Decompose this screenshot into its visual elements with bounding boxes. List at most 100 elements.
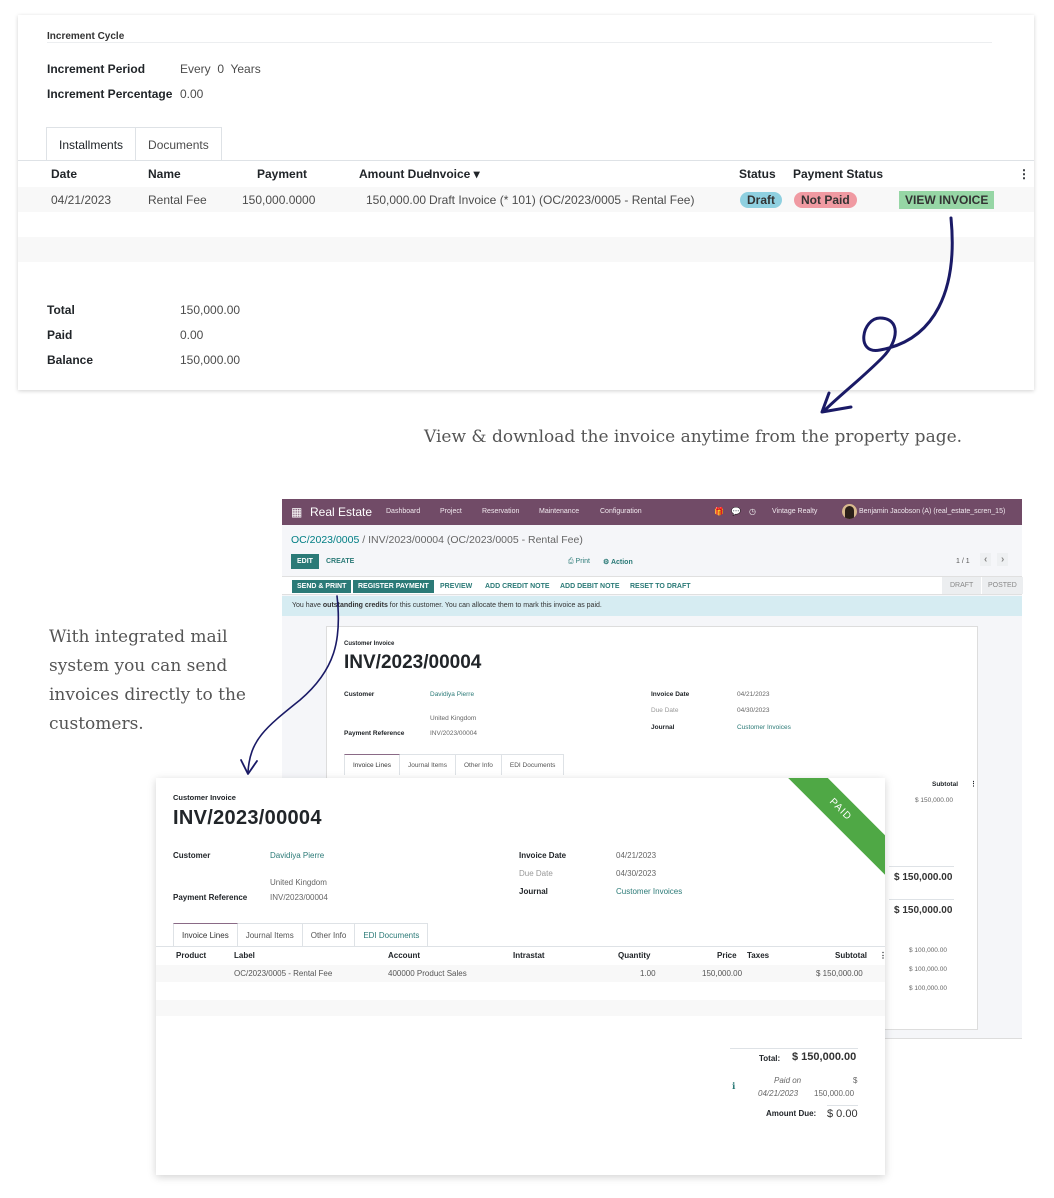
total-value: $ 150,000.00 (792, 1051, 857, 1063)
status-badge: Draft (740, 192, 783, 208)
summary-label: Balance (47, 353, 94, 367)
field-label: Increment Period (47, 62, 146, 76)
user-menu[interactable]: Benjamin Jacobson (A) (real_estate_scren… (859, 508, 1005, 515)
column-header-name[interactable]: Name (148, 167, 181, 181)
summary-value: 150,000.00 (180, 303, 241, 317)
customer-link[interactable]: Davidiya Pierre (430, 691, 474, 698)
tab-installments[interactable]: Installments (46, 127, 137, 161)
payment-info-icon[interactable]: ℹ (732, 1081, 735, 1092)
pager-prev-icon[interactable]: ‹ (980, 553, 992, 566)
payment-line: $ 100,000.00 (909, 985, 947, 992)
create-button[interactable]: CREATE (326, 558, 354, 565)
column-header-payment-status[interactable]: Payment Status (793, 167, 883, 181)
column-header-subtotal[interactable]: Subtotal (932, 781, 958, 788)
column-header-amount-due[interactable]: Amount Due (359, 167, 430, 181)
invoice-tabs-back: Invoice Lines Journal Items Other Info E… (344, 754, 565, 775)
clock-icon[interactable]: ◷ (749, 507, 756, 516)
tab-edi-documents[interactable]: EDI Documents (355, 923, 429, 946)
view-invoice-button[interactable]: VIEW INVOICE (899, 191, 995, 209)
breadcrumb-current: / INV/2023/00004 (OC/2023/0005 - Rental … (359, 534, 583, 546)
journal-link[interactable]: Customer Invoices (737, 724, 791, 731)
status-bar: SEND & PRINT REGISTER PAYMENT PREVIEW AD… (282, 576, 1023, 595)
action-button[interactable]: ⚙ Action (603, 558, 633, 566)
customer-link[interactable]: Davidiya Pierre (270, 851, 324, 860)
payment-status-badge: Not Paid (794, 192, 857, 208)
tab-invoice-lines[interactable]: Invoice Lines (344, 754, 400, 775)
divider (889, 899, 954, 900)
paid-on-label: Paid on (774, 1076, 802, 1085)
tab-edi-documents[interactable]: EDI Documents (501, 754, 565, 775)
column-header-label[interactable]: Label (234, 951, 255, 960)
column-options-icon[interactable]: ⋮ (970, 780, 977, 788)
user-avatar[interactable] (842, 504, 857, 519)
column-header-product[interactable]: Product (176, 951, 206, 960)
invoice-tabs: Invoice Lines Journal Items Other Info E… (173, 923, 429, 946)
tab-other-info[interactable]: Other Info (302, 923, 356, 946)
tab-invoice-lines[interactable]: Invoice Lines (173, 923, 238, 946)
column-options-icon[interactable]: ⋮ (879, 951, 885, 960)
column-header-price[interactable]: Price (717, 951, 737, 960)
paid-on-date: 04/21/2023 (758, 1089, 799, 1098)
tabs: Installments Documents (46, 127, 222, 161)
summary-total: Total 150,000.00 (47, 303, 240, 317)
column-header-quantity[interactable]: Quantity (618, 951, 650, 960)
increment-cycle-heading: Increment Cycle (47, 31, 125, 42)
company-switcher[interactable]: Vintage Realty (772, 508, 817, 515)
chat-icon[interactable]: 💬 (731, 507, 741, 516)
customer-country: United Kingdom (270, 878, 327, 887)
payment-ref-value: INV/2023/00004 (270, 893, 328, 902)
column-header-taxes[interactable]: Taxes (747, 951, 769, 960)
column-header-date[interactable]: Date (51, 167, 77, 181)
preview-button[interactable]: PREVIEW (440, 583, 472, 590)
stage-posted[interactable]: POSTED (982, 577, 1023, 594)
column-header-invoice[interactable]: Invoice ▾ (429, 167, 480, 181)
menu-project[interactable]: Project (440, 508, 462, 515)
summary-value: 150,000.00 (180, 353, 241, 367)
due-date-value: 04/30/2023 (616, 869, 657, 878)
send-print-button[interactable]: SEND & PRINT (292, 580, 352, 593)
row-name: Rental Fee (148, 193, 207, 207)
tab-other-info[interactable]: Other Info (455, 754, 502, 775)
column-options-icon[interactable]: ⋮ (1018, 167, 1030, 181)
tab-documents[interactable]: Documents (136, 127, 222, 161)
column-header-intrastat[interactable]: Intrastat (513, 951, 545, 960)
menu-maintenance[interactable]: Maintenance (539, 508, 579, 515)
register-payment-button[interactable]: REGISTER PAYMENT (353, 580, 434, 593)
app-name[interactable]: Real Estate (310, 505, 372, 519)
add-debit-note-button[interactable]: ADD DEBIT NOTE (560, 583, 620, 590)
add-credit-note-button[interactable]: ADD CREDIT NOTE (485, 583, 550, 590)
edit-button[interactable]: EDIT (291, 554, 319, 569)
reset-to-draft-button[interactable]: RESET TO DRAFT (630, 583, 691, 590)
invoice-number: INV/2023/00004 (173, 807, 322, 829)
apps-menu-icon[interactable]: ▦ (291, 505, 302, 519)
column-header-account[interactable]: Account (388, 951, 420, 960)
column-header-subtotal[interactable]: Subtotal (835, 951, 867, 960)
invoice-line-row[interactable]: OC/2023/0005 - Rental Fee 400000 Product… (156, 965, 885, 982)
print-button[interactable]: ⎙ Print (568, 558, 590, 566)
customer-label: Customer (173, 851, 211, 860)
alert-link[interactable]: outstanding credits (323, 602, 388, 609)
table-row[interactable]: 04/21/2023 Rental Fee 150,000.0000 150,0… (18, 187, 1034, 212)
breadcrumb-parent[interactable]: OC/2023/0005 (291, 534, 359, 546)
tab-journal-items[interactable]: Journal Items (399, 754, 456, 775)
column-header-payment[interactable]: Payment (257, 167, 307, 181)
row-invoice[interactable]: Draft Invoice (* 101) (OC/2023/0005 - Re… (429, 193, 694, 207)
stage-draft[interactable]: DRAFT (942, 577, 982, 594)
journal-link[interactable]: Customer Invoices (616, 887, 682, 896)
pager-next-icon[interactable]: › (997, 553, 1009, 566)
row-payment: 150,000.0000 (242, 193, 316, 207)
payment-line: $ 100,000.00 (909, 966, 947, 973)
summary-value: 0.00 (180, 328, 204, 342)
menu-dashboard[interactable]: Dashboard (386, 508, 420, 515)
gift-icon[interactable]: 🎁 (714, 507, 724, 516)
menu-reservation[interactable]: Reservation (482, 508, 519, 515)
menu-configuration[interactable]: Configuration (600, 508, 642, 515)
customer-country: United Kingdom (430, 715, 477, 722)
payment-ref-label: Payment Reference (173, 893, 248, 902)
line-subtotal: $ 150,000.00 (816, 969, 863, 978)
tab-journal-items[interactable]: Journal Items (237, 923, 303, 946)
alert-text: You have (292, 602, 323, 609)
divider (889, 866, 954, 867)
caption-view-download: View & download the invoice anytime from… (424, 427, 963, 447)
column-header-status[interactable]: Status (739, 167, 776, 181)
